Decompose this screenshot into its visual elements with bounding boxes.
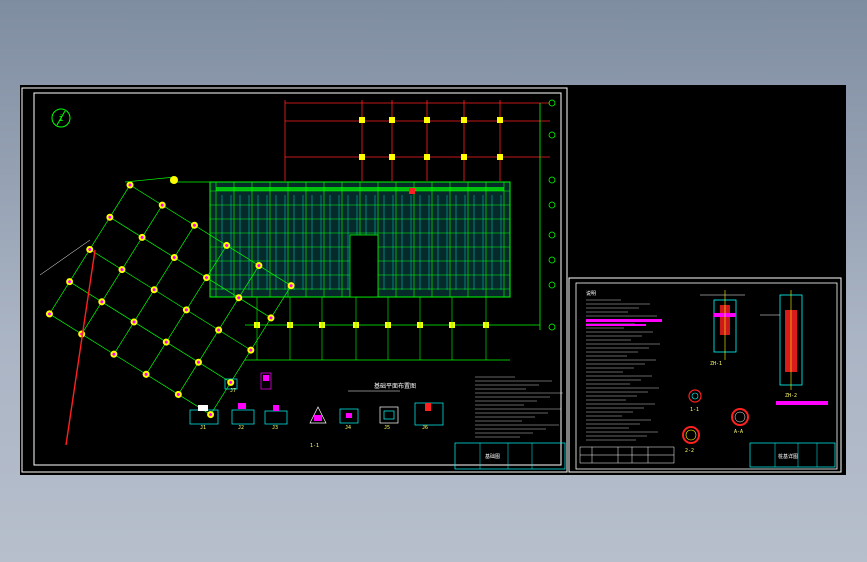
cad-drawing-canvas[interactable]: i 基础平面布置图 J1 J2 J3 1-1 J4 J5 J6 J7 基础图 说…	[20, 85, 846, 475]
detail-label: 1-1	[310, 443, 319, 449]
detail-label: J4	[345, 425, 351, 431]
detail-label: 1-1	[690, 407, 699, 413]
pile-circle-sections: 1-1 2-2 A-A	[682, 389, 749, 454]
sheet-1: i 基础平面布置图 J1 J2 J3 1-1 J4 J5 J6 J7 基础图	[21, 87, 568, 473]
sheet-2: 说明 ZH-1 ZH-2 1-1 2-2 A-A 桩基详图	[568, 277, 842, 473]
plan-title: 基础平面布置图	[374, 382, 416, 390]
north-marker-icon: i	[51, 108, 71, 128]
title-block-text: 基础图	[485, 453, 500, 460]
title-block-2: 桩基详图	[749, 442, 836, 468]
detail-label: J6	[422, 425, 428, 431]
detail-label: ZH-1	[710, 361, 722, 367]
detail-label: A-A	[734, 429, 743, 435]
detail-label: J2	[238, 425, 244, 431]
detail-label: 2-2	[685, 448, 694, 454]
detail-j3	[264, 405, 327, 425]
detail-j4	[339, 402, 444, 426]
general-notes	[475, 376, 563, 438]
detail-label: ZH-2	[785, 393, 797, 399]
cad-drawing-viewport[interactable]: i 基础平面布置图 J1 J2 J3 1-1 J4 J5 J6 J7 基础图 说…	[20, 85, 846, 475]
bottom-pile-row	[245, 297, 540, 361]
detail-label: J3	[272, 425, 278, 431]
pile-table	[579, 446, 675, 464]
north-marker-symbol: i	[58, 114, 63, 124]
right-axis-bubbles	[539, 99, 556, 331]
pile-section-zh1: ZH-1	[700, 290, 745, 367]
notes-heading: 说明	[586, 290, 596, 297]
detail-label: J5	[384, 425, 390, 431]
detail-j2	[189, 403, 255, 425]
detail-label: J1	[200, 425, 206, 431]
top-pile-caps	[359, 117, 503, 160]
pile-section-zh2: ZH-2	[760, 290, 828, 405]
detail-label: J7	[230, 388, 236, 394]
foundation-plan-grid	[170, 181, 511, 298]
top-axis-lines	[284, 100, 550, 181]
title-block-text: 桩基详图	[778, 453, 798, 460]
